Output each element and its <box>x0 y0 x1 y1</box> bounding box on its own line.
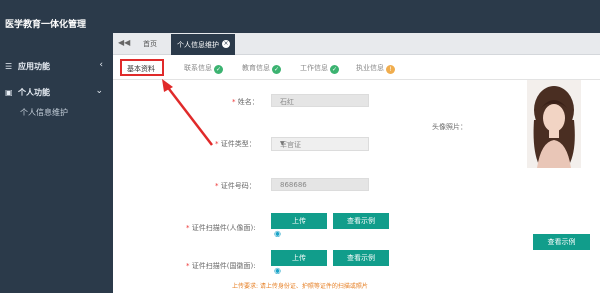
check-circle-icon: ✓ <box>214 65 223 74</box>
id-type-select[interactable]: 军官证 ▼ <box>271 137 369 151</box>
step-practice-info[interactable]: 执业信息! <box>356 63 395 74</box>
warning-circle-icon: ! <box>386 65 395 74</box>
photo-label: 头像照片： <box>432 123 467 131</box>
app-root: 医学教育一体化管理 ☰ 应用功能 ‹ ▣ 个人功能 ⌄ 个人信息维护 ◀◀ 首页… <box>0 0 600 293</box>
tab-bar: ◀◀ 首页 个人信息维护 × <box>113 33 600 55</box>
step-label: 教育信息 <box>242 64 270 72</box>
menu-list-icon: ☰ <box>5 62 13 71</box>
brand: 医学教育一体化管理 <box>0 0 113 56</box>
sidebar-subitem-personal-info[interactable]: 个人信息维护 <box>0 103 113 123</box>
sidebar-item-app-functions[interactable]: ☰ 应用功能 ‹ <box>0 57 113 77</box>
id-number-label: * 证件号码： <box>215 182 256 190</box>
sidebar: 医学教育一体化管理 ☰ 应用功能 ‹ ▣ 个人功能 ⌄ 个人信息维护 <box>0 0 113 293</box>
sidebar-item-label: 个人功能 <box>18 88 50 97</box>
dropdown-arrow-icon: ▼ <box>280 140 285 147</box>
eye-icon[interactable]: ◉ <box>274 266 281 275</box>
view-example-back-button[interactable]: 查看示例 <box>333 250 389 266</box>
tab-scroll-back-icon[interactable]: ◀◀ <box>118 38 130 47</box>
annotation-arrow <box>162 79 213 146</box>
step-contact-info[interactable]: 联系信息 ✓ <box>184 63 223 74</box>
view-example-front-button[interactable]: 查看示例 <box>333 213 389 229</box>
name-field[interactable]: 石红 <box>271 94 369 107</box>
sidebar-item-personal-functions[interactable]: ▣ 个人功能 ⌄ <box>0 83 113 103</box>
brand-title: 医学教育一体化管理 <box>5 20 87 30</box>
sidebar-subitem-label: 个人信息维护 <box>20 108 68 117</box>
user-box-icon: ▣ <box>5 88 13 97</box>
step-label: 工作信息 <box>300 64 328 72</box>
close-icon[interactable]: × <box>222 40 230 48</box>
chevron-left-icon: ‹ <box>99 60 103 70</box>
upload-front-button[interactable]: 上传 <box>271 213 327 229</box>
scan-back-label: * 证件扫描件(国徽面): <box>186 262 256 270</box>
check-circle-icon: ✓ <box>330 65 339 74</box>
eye-icon[interactable]: ◉ <box>274 229 281 238</box>
avatar-photo[interactable] <box>527 80 581 168</box>
tab-personal-info[interactable]: 个人信息维护 × <box>171 34 235 55</box>
step-work-info[interactable]: 工作信息 ✓ <box>300 63 339 74</box>
scan-front-label: * 证件扫描件(人像面): <box>186 224 256 232</box>
sidebar-item-label: 应用功能 <box>18 62 50 71</box>
step-label: 联系信息 <box>184 64 212 72</box>
name-label: * 姓名： <box>232 98 259 106</box>
top-header <box>113 0 600 33</box>
step-basic-info[interactable]: 基本资料 <box>120 59 164 76</box>
id-number-field[interactable]: 868686 <box>271 178 369 191</box>
id-type-label: * 证件类型： <box>215 140 256 148</box>
step-education-info[interactable]: 教育信息 ✓ <box>242 63 281 74</box>
upload-back-button[interactable]: 上传 <box>271 250 327 266</box>
step-label: 基本资料 <box>127 65 155 73</box>
check-circle-icon: ✓ <box>272 65 281 74</box>
chevron-down-icon: ⌄ <box>95 86 103 96</box>
step-label: 执业信息 <box>356 64 384 72</box>
upload-requirement-note: 上传要求: 请上传身份证、护照等证件的扫描或照片 <box>232 283 368 290</box>
tab-home[interactable]: 首页 <box>143 39 157 49</box>
tab-label: 个人信息维护 <box>177 41 219 49</box>
view-example-photo-button[interactable]: 查看示例 <box>533 234 590 250</box>
